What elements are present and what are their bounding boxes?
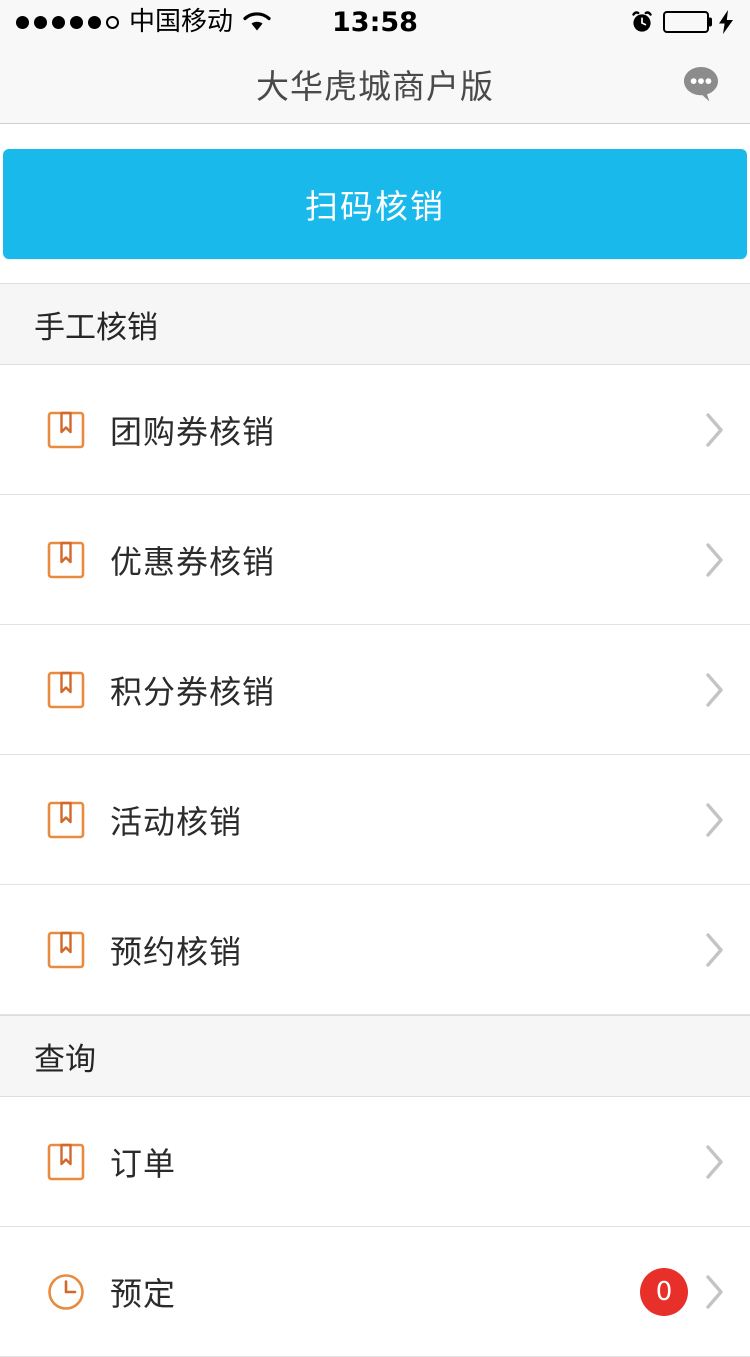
carrier-name: 中国移动 bbox=[129, 7, 234, 37]
coupon-icon bbox=[44, 928, 88, 972]
list-item-label: 预约核销 bbox=[110, 932, 243, 971]
signal-dot bbox=[70, 15, 83, 29]
coupon-icon bbox=[44, 1140, 88, 1184]
signal-strength-dots bbox=[16, 15, 119, 29]
list-item-right bbox=[704, 932, 726, 968]
status-badge: 0 bbox=[640, 1267, 688, 1316]
chevron-right-icon bbox=[704, 802, 726, 838]
scan-button-container: 扫码核销 bbox=[0, 124, 750, 283]
section-header-query: 查询 bbox=[0, 1015, 750, 1097]
status-bar: 中国移动 13:58 bbox=[0, 0, 750, 44]
clock-icon bbox=[44, 1270, 88, 1314]
coupon-icon bbox=[44, 408, 88, 452]
section-header-manual-redeem: 手工核销 bbox=[0, 283, 750, 365]
chevron-right-icon bbox=[704, 412, 726, 448]
signal-dot bbox=[52, 15, 65, 29]
list-item-label: 预定 bbox=[110, 1274, 177, 1313]
list-item[interactable]: 预约核销 bbox=[0, 885, 750, 1015]
scan-qr-redeem-button[interactable]: 扫码核销 bbox=[3, 149, 747, 259]
page-title: 大华虎城商户版 bbox=[256, 66, 494, 106]
chevron-right-icon bbox=[704, 542, 726, 578]
list-item[interactable]: 积分券核销 bbox=[0, 625, 750, 755]
battery-icon bbox=[663, 11, 712, 33]
list-item[interactable]: 预定 0 bbox=[0, 1227, 750, 1357]
message-bubble-icon[interactable] bbox=[678, 61, 724, 107]
list-item-right bbox=[704, 1144, 726, 1180]
signal-dot-empty bbox=[106, 15, 119, 29]
chevron-right-icon bbox=[704, 672, 726, 708]
list-item-label: 优惠券核销 bbox=[110, 542, 276, 581]
coupon-icon bbox=[44, 668, 88, 712]
coupon-icon bbox=[44, 538, 88, 582]
signal-dot bbox=[88, 15, 101, 29]
list-item[interactable]: 优惠券核销 bbox=[0, 495, 750, 625]
list-item[interactable]: 活动核销 bbox=[0, 755, 750, 885]
signal-dot bbox=[34, 15, 47, 29]
list-item-right bbox=[704, 802, 726, 838]
alarm-clock-icon bbox=[630, 10, 654, 34]
list-item-label: 团购券核销 bbox=[110, 412, 276, 451]
query-list: 订单 预定 0 bbox=[0, 1097, 750, 1357]
list-item-right bbox=[704, 412, 726, 448]
wifi-icon bbox=[243, 11, 271, 33]
signal-dot bbox=[16, 15, 29, 29]
status-bar-left: 中国移动 bbox=[16, 9, 271, 35]
manual-redeem-list: 团购券核销 优惠券核销 积分券核销 活动核销 预约核销 bbox=[0, 365, 750, 1015]
chevron-right-icon bbox=[704, 1144, 726, 1180]
list-item[interactable]: 团购券核销 bbox=[0, 365, 750, 495]
chevron-right-icon bbox=[704, 1274, 726, 1310]
list-item-right bbox=[704, 672, 726, 708]
status-bar-right bbox=[630, 10, 734, 34]
lightning-bolt-icon bbox=[718, 10, 734, 34]
list-item-right bbox=[704, 542, 726, 578]
list-item-label: 订单 bbox=[110, 1144, 177, 1183]
navigation-bar: 大华虎城商户版 bbox=[0, 44, 750, 124]
list-item-label: 积分券核销 bbox=[110, 672, 276, 711]
list-item-label: 活动核销 bbox=[110, 802, 243, 841]
list-item[interactable]: 订单 bbox=[0, 1097, 750, 1227]
list-item-right: 0 bbox=[640, 1267, 726, 1316]
coupon-icon bbox=[44, 798, 88, 842]
chevron-right-icon bbox=[704, 932, 726, 968]
